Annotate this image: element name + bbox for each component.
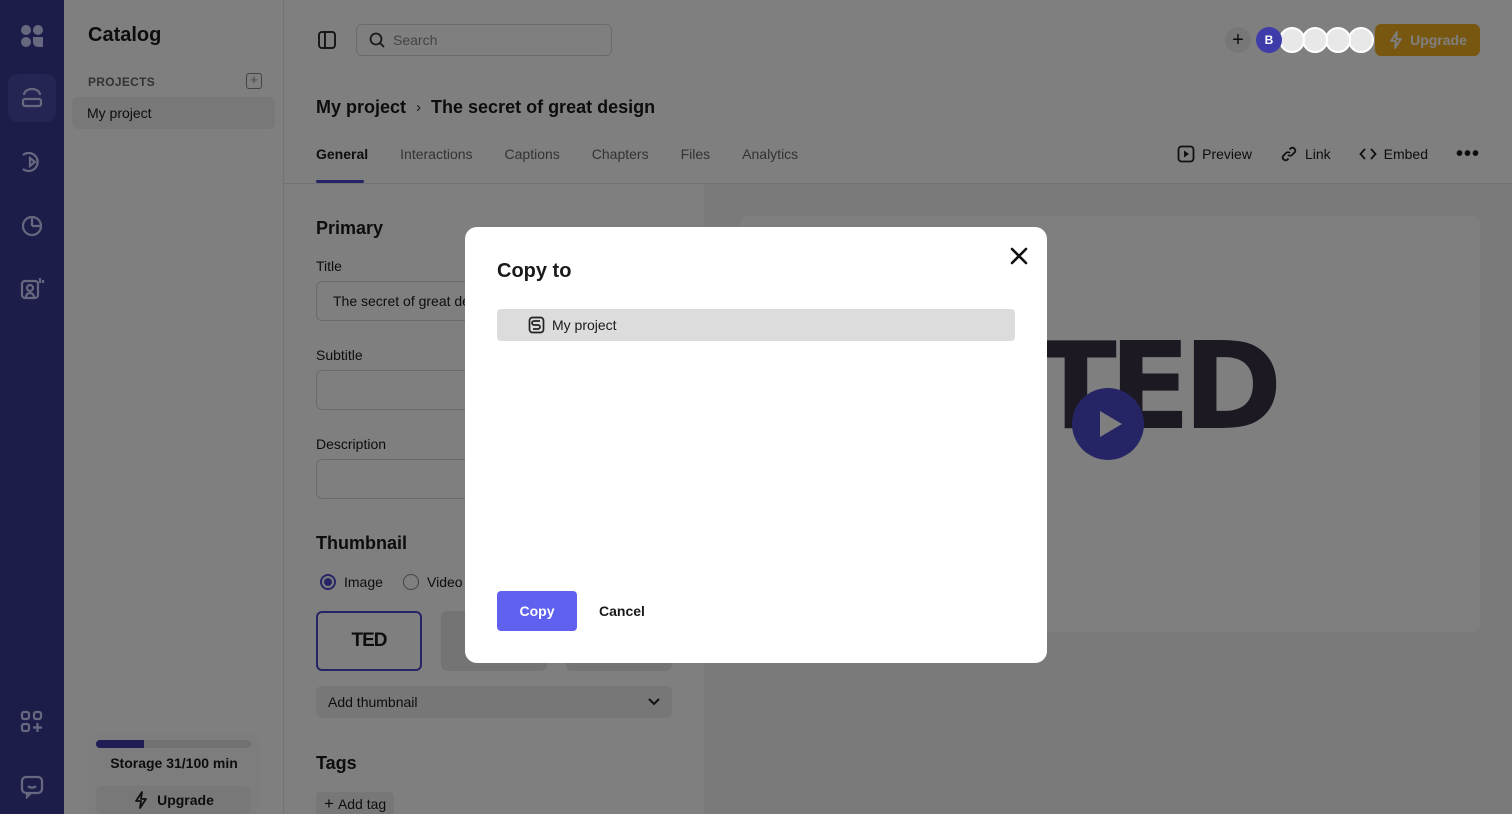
avatar[interactable]: B (1256, 27, 1282, 53)
copy-button[interactable]: Copy (497, 591, 577, 631)
project-list-item-label: My project (552, 317, 617, 333)
avatar-placeholder (1325, 27, 1351, 53)
project-icon (528, 316, 545, 334)
dialog-title: Copy to (497, 260, 572, 282)
avatar-placeholder (1348, 27, 1374, 53)
avatar-placeholder (1279, 27, 1305, 53)
close-icon[interactable] (1007, 244, 1031, 268)
cancel-button[interactable]: Cancel (589, 591, 655, 631)
avatar-placeholder (1302, 27, 1328, 53)
copy-to-dialog: Copy to My project Copy Cancel (465, 227, 1047, 663)
project-list-item[interactable]: My project (497, 309, 1015, 341)
